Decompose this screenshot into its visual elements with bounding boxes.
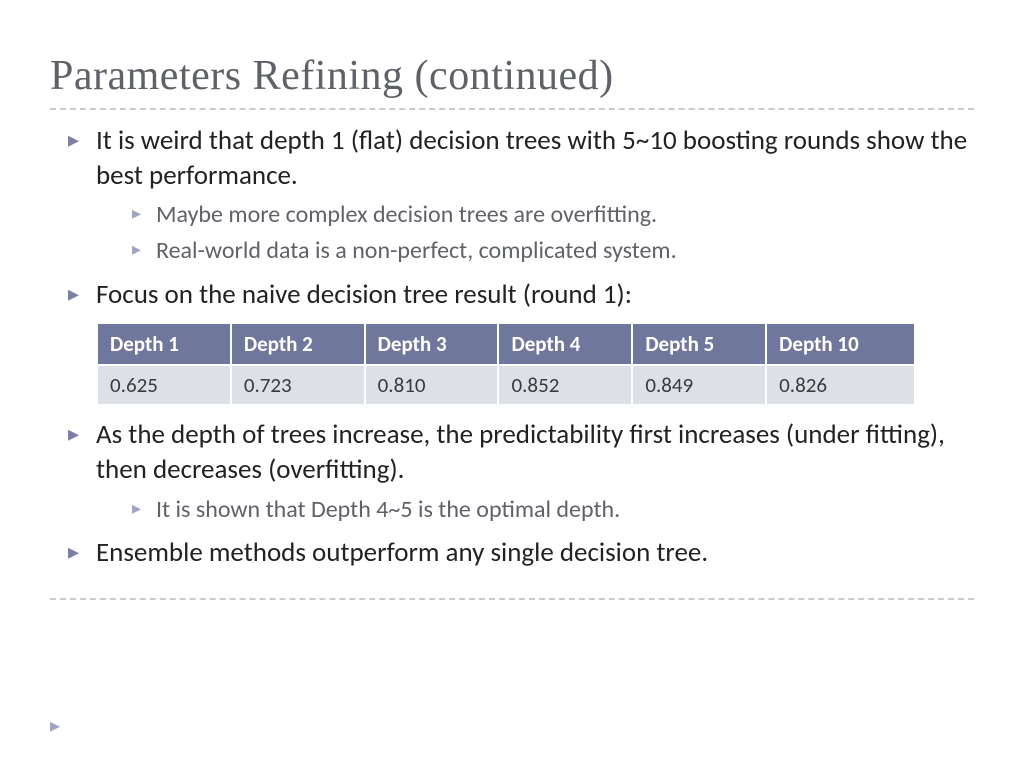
sub-text: Maybe more complex decision trees are ov…: [156, 200, 657, 229]
depth-table-wrap: Depth 1 Depth 2 Depth 3 Depth 4 Depth 5 …: [96, 322, 916, 406]
table-header-row: Depth 1 Depth 2 Depth 3 Depth 4 Depth 5 …: [97, 323, 915, 365]
col-header: Depth 1: [97, 323, 231, 365]
cell: 0.810: [365, 365, 499, 405]
bullet-item: It is weird that depth 1 (flat) decision…: [68, 124, 974, 268]
col-header: Depth 2: [231, 323, 365, 365]
footer-arrow-icon: ▸: [50, 713, 60, 738]
bullet-list: As the depth of trees increase, the pred…: [50, 418, 974, 570]
sub-list: It is shown that Depth 4~5 is the optima…: [96, 494, 974, 526]
cell: 0.826: [766, 365, 915, 405]
sub-text: Real-world data is a non-perfect, compli…: [156, 236, 677, 265]
col-header: Depth 4: [498, 323, 632, 365]
slide: Parameters Refining (continued) It is we…: [0, 0, 1024, 768]
footer-divider: [50, 598, 974, 600]
col-header: Depth 10: [766, 323, 915, 365]
bullet-list: It is weird that depth 1 (flat) decision…: [50, 124, 974, 312]
sub-item: Maybe more complex decision trees are ov…: [132, 199, 974, 231]
cell: 0.723: [231, 365, 365, 405]
bullet-item: As the depth of trees increase, the pred…: [68, 418, 974, 525]
table-row: 0.625 0.723 0.810 0.852 0.849 0.826: [97, 365, 915, 405]
sub-item: Real-world data is a non-perfect, compli…: [132, 235, 974, 267]
sub-list: Maybe more complex decision trees are ov…: [96, 199, 974, 268]
col-header: Depth 5: [632, 323, 766, 365]
bullet-item: Focus on the naive decision tree result …: [68, 278, 974, 313]
title-divider: [50, 108, 974, 110]
cell: 0.625: [97, 365, 231, 405]
col-header: Depth 3: [365, 323, 499, 365]
bullet-text: It is weird that depth 1 (flat) decision…: [96, 124, 967, 192]
page-title: Parameters Refining (continued): [50, 52, 974, 100]
cell: 0.849: [632, 365, 766, 405]
bullet-text: As the depth of trees increase, the pred…: [96, 418, 945, 486]
bullet-text: Focus on the naive decision tree result …: [96, 278, 632, 311]
bullet-item: Ensemble methods outperform any single d…: [68, 536, 974, 571]
sub-item: It is shown that Depth 4~5 is the optima…: [132, 494, 974, 526]
bullet-text: Ensemble methods outperform any single d…: [96, 536, 708, 569]
cell: 0.852: [498, 365, 632, 405]
depth-table: Depth 1 Depth 2 Depth 3 Depth 4 Depth 5 …: [96, 322, 916, 406]
sub-text: It is shown that Depth 4~5 is the optima…: [156, 495, 620, 524]
